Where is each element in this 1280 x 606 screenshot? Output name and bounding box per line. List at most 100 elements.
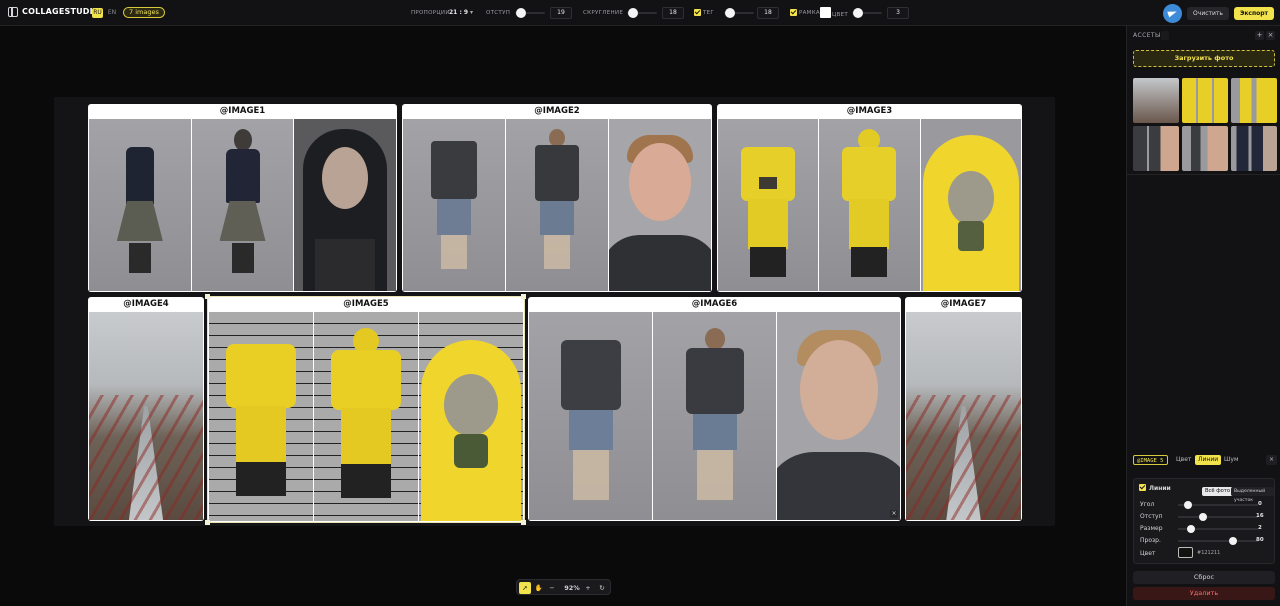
size-slider-handle[interactable] xyxy=(1187,525,1195,533)
brand-name: COLLAGESTUDIO xyxy=(22,7,100,16)
resize-handle[interactable] xyxy=(205,520,210,525)
padding-slider-handle[interactable] xyxy=(516,8,526,18)
photo-panel xyxy=(653,312,776,520)
photo-panel xyxy=(89,312,203,520)
collage-cell-image6[interactable]: @IMAGE6 × xyxy=(528,297,901,521)
tag-slider-handle[interactable] xyxy=(725,8,735,18)
collage-cell-image3[interactable]: @IMAGE3 xyxy=(717,104,1022,292)
lang-ru-button[interactable]: RU xyxy=(92,8,103,18)
collage-cell-image2[interactable]: @IMAGE2 xyxy=(402,104,712,292)
angle-slider-handle[interactable] xyxy=(1184,501,1192,509)
angle-value: 0 xyxy=(1258,501,1262,507)
scope-all-photo-button[interactable]: Всё фото xyxy=(1202,487,1234,496)
tag-label: ТЕГ xyxy=(703,10,715,16)
asset-thumbnail[interactable] xyxy=(1133,78,1179,123)
opacity-slider-handle[interactable] xyxy=(1229,537,1237,545)
telegram-icon[interactable] xyxy=(1163,4,1182,23)
photo-panel xyxy=(294,119,397,291)
proportions-select[interactable]: 21 : 9 xyxy=(449,7,468,19)
selected-image-chip: @IMAGE 5 xyxy=(1133,455,1168,465)
cell-tag-label: @IMAGE7 xyxy=(940,299,987,309)
frame-checkbox[interactable] xyxy=(790,9,797,16)
tag-value-input[interactable]: 18 xyxy=(757,7,779,19)
photo-panel xyxy=(609,119,711,291)
scope-selected-area-button[interactable]: Выделенный участок xyxy=(1231,487,1274,503)
cell-tag-label: @IMAGE4 xyxy=(123,299,169,309)
tab-lines[interactable]: Линии xyxy=(1195,455,1222,465)
cell-tag-label: @IMAGE2 xyxy=(534,106,580,116)
proportions-label: ПРОПОРЦИИ xyxy=(411,10,450,16)
photo-panel xyxy=(718,119,819,291)
opacity-slider[interactable] xyxy=(1178,540,1258,542)
zoom-reset-button[interactable]: ↻ xyxy=(596,582,608,594)
resize-handle[interactable] xyxy=(205,294,210,299)
photo-panel: × xyxy=(777,312,900,520)
tag-checkbox[interactable] xyxy=(694,9,701,16)
collage-logo-icon xyxy=(8,7,18,17)
frame-label: РАМКА xyxy=(799,10,820,16)
spacing-slider[interactable] xyxy=(1178,516,1258,518)
asset-thumbnail[interactable] xyxy=(1182,78,1228,123)
asset-thumbnail[interactable] xyxy=(1231,78,1277,123)
opacity-value: 80 xyxy=(1256,537,1264,543)
images-count-badge: 7 images xyxy=(123,7,165,18)
clear-button[interactable]: Очистить xyxy=(1187,7,1229,20)
padding-label: ОТСТУП xyxy=(486,10,511,16)
upload-photo-button[interactable]: Загрузить фото xyxy=(1133,50,1275,67)
frame-value-input[interactable]: 3 xyxy=(887,7,909,19)
tab-color[interactable]: Цвет xyxy=(1173,455,1194,465)
lines-panel-title: Линии xyxy=(1149,485,1171,492)
rounding-label: СКРУГЛЕНИЕ xyxy=(583,10,624,16)
close-panel-icon[interactable]: × xyxy=(1266,455,1278,465)
collage-cell-image7[interactable]: @IMAGE7 xyxy=(905,297,1022,521)
spacing-label: Отступ xyxy=(1140,513,1163,520)
line-color-swatch[interactable] xyxy=(1178,547,1193,558)
add-asset-icon[interactable]: + xyxy=(1255,31,1264,40)
cell-tag-label: @IMAGE3 xyxy=(846,106,893,116)
photo-panel xyxy=(906,312,1021,520)
size-value: 2 xyxy=(1258,525,1262,531)
zoom-in-button[interactable]: + xyxy=(583,582,593,594)
assets-count xyxy=(1161,31,1169,40)
reset-button[interactable]: Сброс xyxy=(1133,571,1275,584)
tab-noise[interactable]: Шум xyxy=(1221,455,1242,465)
delete-button[interactable]: Удалить xyxy=(1133,587,1275,600)
close-icon[interactable]: × xyxy=(890,510,898,518)
spacing-value: 16 xyxy=(1256,513,1264,519)
lines-settings-panel: Линии Всё фото Выделенный участок Угол 0… xyxy=(1133,478,1275,564)
close-assets-icon[interactable]: × xyxy=(1266,31,1275,40)
lines-enable-checkbox[interactable] xyxy=(1139,484,1146,491)
photo-panel xyxy=(506,119,608,291)
zoom-level: 92% xyxy=(564,584,580,592)
size-label: Размер xyxy=(1140,525,1163,532)
opacity-label: Прозр. xyxy=(1140,537,1161,544)
padding-value-input[interactable]: 19 xyxy=(550,7,572,19)
collage-cell-image4[interactable]: @IMAGE4 xyxy=(88,297,204,521)
zoom-toolbar: ➚ ✋ − 92% + ↻ xyxy=(516,579,611,595)
cell-tag-label: @IMAGE1 xyxy=(219,106,266,116)
selection-frame xyxy=(207,296,525,523)
resize-handle[interactable] xyxy=(521,294,526,299)
pointer-tool-icon[interactable]: ➚ xyxy=(519,582,531,594)
frame-slider-handle[interactable] xyxy=(853,8,863,18)
lang-en-button[interactable]: EN xyxy=(107,8,117,18)
frame-color-swatch[interactable] xyxy=(820,7,831,18)
cell-tag-label: @IMAGE6 xyxy=(691,299,738,309)
color-label: Цвет xyxy=(1140,550,1156,557)
asset-thumbnail[interactable] xyxy=(1182,126,1228,171)
chevron-down-icon: ▾ xyxy=(470,9,474,16)
frame-color-label: ЦВЕТ xyxy=(832,12,849,18)
rounding-value-input[interactable]: 18 xyxy=(662,7,684,19)
resize-handle[interactable] xyxy=(521,520,526,525)
asset-thumbnail[interactable] xyxy=(1133,126,1179,171)
collage-cell-image1[interactable]: @IMAGE1 xyxy=(88,104,397,292)
spacing-slider-handle[interactable] xyxy=(1199,513,1207,521)
asset-thumbnail[interactable] xyxy=(1231,126,1277,171)
hand-tool-icon[interactable]: ✋ xyxy=(533,582,544,594)
photo-panel xyxy=(529,312,652,520)
zoom-out-button[interactable]: − xyxy=(547,582,557,594)
photo-panel xyxy=(403,119,505,291)
rounding-slider-handle[interactable] xyxy=(628,8,638,18)
export-button[interactable]: Экспорт xyxy=(1234,7,1274,20)
layer-tabs: @IMAGE 5 Цвет Линии Шум × xyxy=(1133,455,1279,467)
